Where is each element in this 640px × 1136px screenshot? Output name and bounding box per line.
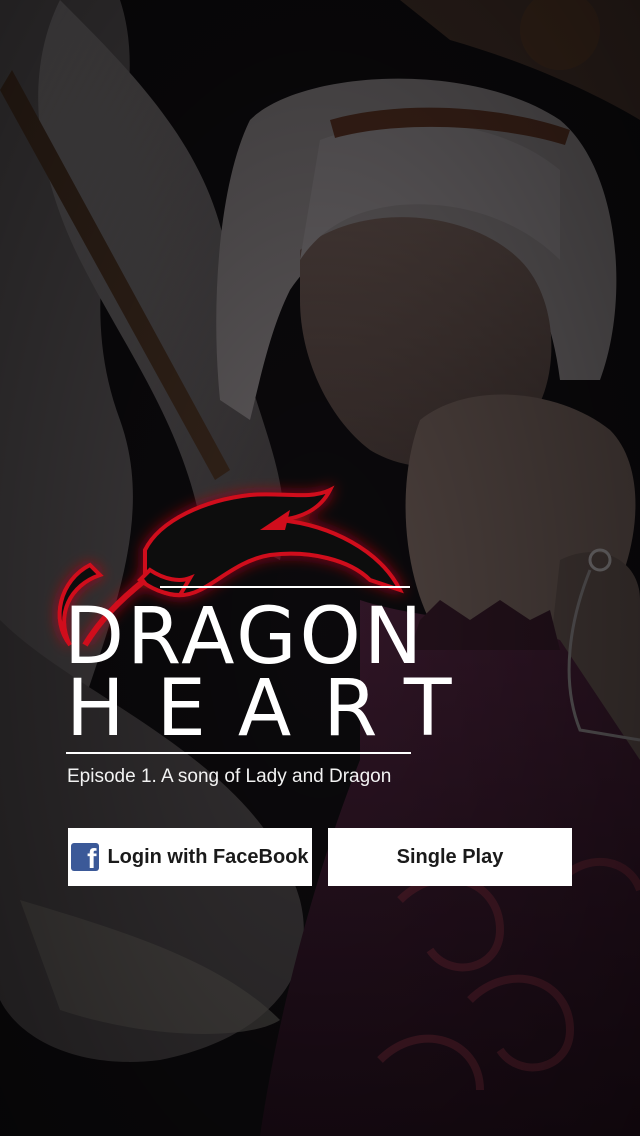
title-screen: DRAGON HEART Episode 1. A song of Lady a…	[0, 0, 640, 1136]
facebook-f-icon: f	[71, 843, 100, 871]
game-title-line-2: HEART	[66, 664, 484, 754]
facebook-login-label: Login with FaceBook	[107, 845, 309, 868]
title-top-rule	[160, 586, 410, 588]
single-play-label: Single Play	[396, 845, 504, 868]
episode-subtitle: Episode 1. A song of Lady and Dragon	[67, 766, 392, 787]
facebook-login-button[interactable]: f Login with FaceBook	[68, 828, 312, 886]
title-bottom-rule	[66, 752, 411, 754]
single-play-button[interactable]: Single Play	[328, 828, 572, 886]
